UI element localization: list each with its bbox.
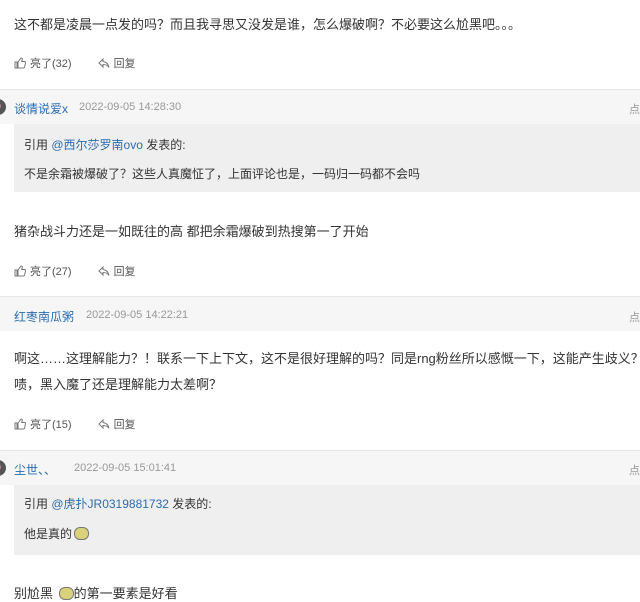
emoji-icon (74, 527, 90, 540)
floor-label[interactable]: 点 (629, 462, 640, 478)
timestamp: 2022-09-05 15:01:41 (74, 462, 177, 474)
emoji-icon (58, 587, 74, 600)
comment-text-post: 的第一要素是好看 (73, 586, 178, 601)
reply-icon (97, 418, 110, 430)
like-button[interactable]: 亮了(32) (14, 55, 72, 71)
quote-user-link[interactable]: @西尔莎罗南ovo (51, 138, 143, 152)
reply-label: 回复 (113, 419, 136, 431)
floor-label[interactable]: 点 (629, 101, 640, 117)
comment-text-line: 啧，黑入魔了还是理解能力太差啊？ (14, 377, 223, 392)
quote-header: 引用 @虎扑JR0319881732 发表的: (24, 495, 212, 512)
reply-icon (97, 265, 110, 277)
quote-prefix: 引用 (24, 138, 49, 152)
timestamp: 2022-09-05 14:28:30 (79, 101, 182, 113)
quote-suffix: 发表的: (146, 138, 186, 152)
reply-button[interactable]: 回复 (97, 55, 136, 71)
like-count: 亮了(27) (30, 266, 72, 278)
reply-icon (97, 57, 110, 69)
comment-text-row: 别尬黑 的第一要素是好看 (14, 583, 178, 602)
quote-suffix: 发表的: (172, 497, 212, 511)
quote-text-row: 他是真的 (24, 525, 90, 542)
like-count: 亮了(15) (30, 419, 72, 431)
thumb-up-icon (14, 57, 26, 69)
comment-text-line: 啊这……这理解能力？！联系一下上下文，这不是很好理解的吗？同是rng粉丝所以感慨… (14, 351, 640, 366)
reply-button[interactable]: 回复 (97, 263, 136, 279)
thumb-up-icon (14, 418, 26, 430)
username[interactable]: 红枣南瓜粥 (14, 308, 74, 325)
comment-text: 猪杂战斗力还是一如既往的高 都把余霜爆破到热搜第一了开始 (14, 224, 369, 239)
floor-label[interactable]: 点 (629, 309, 640, 325)
like-count: 亮了(32) (30, 58, 72, 70)
username[interactable]: 谈情说爱x (14, 100, 68, 117)
quote-user-link[interactable]: @虎扑JR0319881732 (51, 497, 169, 511)
username[interactable]: 尘世、、 (14, 461, 56, 478)
comment-text: 这不都是凌晨一点发的吗？而且我寻思又没发是谁，怎么爆破啊？不必要这么尬黑吧。。。 (14, 17, 522, 32)
quote-prefix: 引用 (24, 497, 49, 511)
timestamp: 2022-09-05 14:22:21 (86, 309, 189, 321)
quote-header: 引用 @西尔莎罗南ovo 发表的: (24, 136, 186, 153)
quote-text: 不是余霜被爆破了？这些人真魔怔了，上面评论也是，一码归一码都不会吗 (24, 167, 421, 181)
reply-label: 回复 (113, 266, 136, 278)
like-button[interactable]: 亮了(27) (14, 263, 72, 279)
comment-text-pre: 别尬黑 (14, 586, 54, 601)
like-button[interactable]: 亮了(15) (14, 416, 72, 432)
thumb-up-icon (14, 265, 26, 277)
quote-text: 他是真的 (24, 527, 73, 541)
reply-label: 回复 (113, 58, 136, 70)
reply-button[interactable]: 回复 (97, 416, 136, 432)
